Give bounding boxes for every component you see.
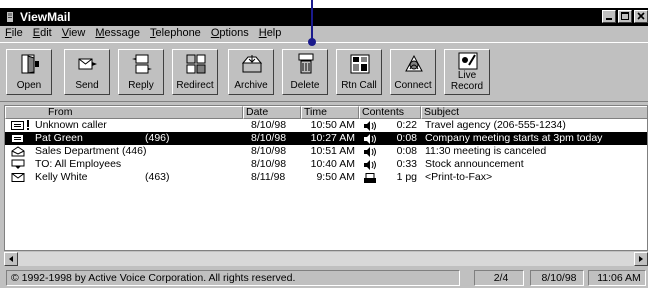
send-icon (78, 58, 97, 70)
title-bar: ViewMail (0, 8, 648, 26)
send-label: Send (75, 80, 99, 91)
message-contents: 1 pg (396, 171, 417, 183)
delete-label: Delete (290, 80, 320, 91)
trash-icon (298, 53, 314, 74)
message-from: Kelly White (35, 171, 88, 183)
send-button[interactable]: Send (64, 49, 110, 95)
message-ext: (463) (145, 171, 170, 183)
message-row[interactable]: Sales Department (446) 8/10/98 10:51 AM 0:0… (5, 145, 647, 158)
viewmail-window: ViewMail File Edit View Message Telephon… (0, 8, 648, 288)
open-door-icon (21, 54, 39, 74)
fax-icon (363, 173, 377, 188)
connect-label: Connect (394, 80, 432, 91)
message-date: 8/10/98 (251, 119, 287, 131)
message-subject: <Print-to-Fax> (425, 171, 493, 183)
close-icon (637, 12, 645, 20)
horizontal-scrollbar[interactable] (4, 252, 648, 266)
message-ext: (496) (145, 132, 170, 144)
open-label: Open (16, 80, 42, 91)
callout-line (311, 0, 313, 40)
live-record-button[interactable]: Live Record (444, 49, 490, 95)
menu-telephone[interactable]: Telephone (145, 26, 206, 42)
archive-button[interactable]: Archive (228, 49, 274, 95)
menu-help[interactable]: Help (254, 26, 287, 42)
envelope-icon (11, 172, 25, 187)
maximize-button[interactable] (618, 10, 632, 23)
reply-icon (132, 54, 152, 74)
copyright-text: © 1992-1998 by Active Voice Corporation.… (6, 270, 460, 286)
menu-edit[interactable]: Edit (28, 26, 57, 42)
minimize-button[interactable] (602, 10, 616, 23)
redirect-icon (186, 54, 206, 74)
menu-view[interactable]: View (57, 26, 91, 42)
archive-icon (241, 55, 263, 73)
return-call-button[interactable]: Rtn Call (336, 49, 382, 95)
message-subject: 11:30 meeting is canceled (425, 145, 547, 157)
message-time: 10:40 AM (310, 158, 355, 170)
close-button[interactable] (634, 10, 648, 23)
redirect-label: Redirect (176, 80, 214, 91)
message-contents: 0:22 (396, 119, 417, 131)
archive-label: Archive (234, 80, 268, 91)
scroll-left-button[interactable] (4, 252, 18, 266)
message-row[interactable]: Unknown caller 8/10/98 10:50 AM 0:22 Travel … (5, 119, 647, 132)
app-icon (7, 12, 13, 22)
message-date: 8/11/98 (251, 171, 286, 183)
column-header-time[interactable]: Time (301, 106, 359, 119)
message-position: 2/4 (474, 270, 524, 286)
window-title: ViewMail (20, 10, 71, 24)
reply-label: Reply (128, 80, 154, 91)
connect-icon (405, 54, 423, 72)
message-subject: Stock announcement (425, 158, 524, 170)
connect-button[interactable]: Connect (390, 49, 436, 95)
maximize-icon (621, 12, 629, 20)
status-bar: © 1992-1998 by Active Voice Corporation.… (0, 267, 648, 288)
message-from: Pat Green (35, 132, 83, 144)
message-from: TO: All Employees (35, 158, 122, 170)
message-list: From Date Time Contents Subject Unknown … (4, 105, 648, 251)
phone-return-icon (350, 54, 370, 74)
status-date: 8/10/98 (530, 270, 584, 286)
message-date: 8/10/98 (251, 145, 287, 157)
message-row[interactable]: Pat Green (496) 8/10/98 10:27 AM 0:08 Company… (5, 132, 647, 145)
reply-button[interactable]: Reply (118, 49, 164, 95)
message-row[interactable]: Kelly White (463) 8/11/98 9:50 AM 1 pg <Print… (5, 171, 647, 187)
menu-message[interactable]: Message (90, 26, 145, 42)
arrow-left-icon (9, 256, 13, 262)
message-subject: Company meeting starts at 3pm today (425, 132, 603, 144)
menu-options[interactable]: Options (206, 26, 254, 42)
menu-file[interactable]: File (0, 26, 28, 42)
scroll-right-button[interactable] (634, 252, 648, 266)
message-from: Unknown caller (35, 119, 107, 131)
column-header-from[interactable]: From (5, 106, 243, 119)
message-contents: 0:33 (396, 158, 417, 170)
redirect-button[interactable]: Redirect (172, 49, 218, 95)
message-date: 8/10/98 (251, 158, 287, 170)
column-header-date[interactable]: Date (243, 106, 301, 119)
message-from: Sales Department (446) (35, 145, 147, 157)
column-header-subject[interactable]: Subject (421, 106, 647, 119)
callout-dot (308, 38, 316, 46)
minimize-icon (606, 18, 612, 20)
live-record-label: Live Record (450, 70, 484, 92)
message-date: 8/10/98 (251, 132, 287, 144)
arrow-right-icon (639, 256, 643, 262)
return-call-label: Rtn Call (341, 80, 377, 91)
message-time: 10:50 AM (310, 119, 355, 131)
open-button[interactable]: Open (6, 49, 52, 95)
message-time: 10:51 AM (310, 145, 355, 157)
column-header-contents[interactable]: Contents (359, 106, 421, 119)
menu-bar: File Edit View Message Telephone Options… (0, 26, 648, 42)
message-row[interactable]: TO: All Employees 8/10/98 10:40 AM 0:33 Stoc… (5, 158, 647, 171)
message-contents: 0:08 (396, 132, 417, 144)
message-time: 10:27 AM (310, 132, 355, 144)
message-time: 9:50 AM (316, 171, 355, 183)
message-subject: Travel agency (206-555-1234) (425, 119, 566, 131)
message-contents: 0:08 (396, 145, 417, 157)
toolbar: Open Send Reply Redirect Archive Delete … (0, 42, 648, 102)
status-time: 11:06 AM (588, 270, 646, 286)
delete-button[interactable]: Delete (282, 49, 328, 95)
